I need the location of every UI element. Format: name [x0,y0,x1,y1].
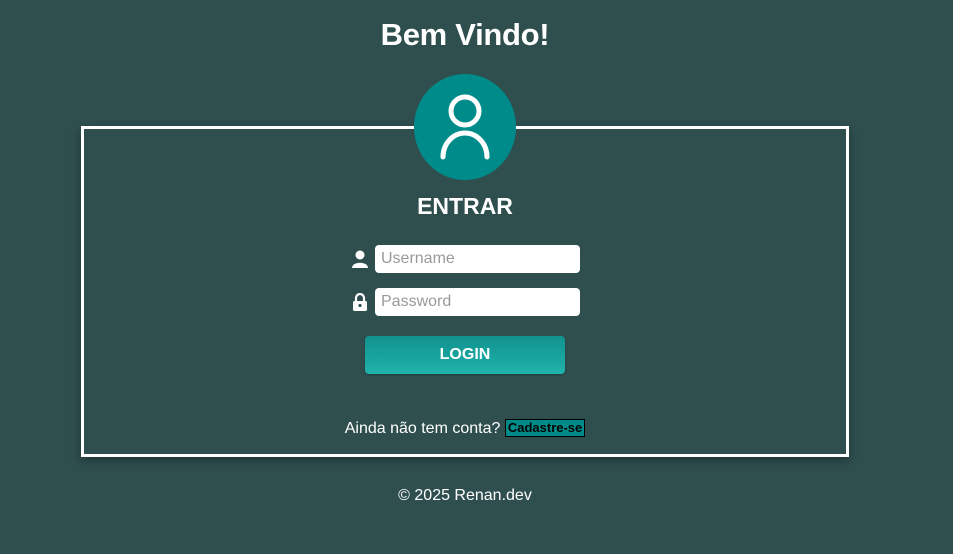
password-row [350,288,580,316]
lock-icon [350,292,370,312]
signup-link[interactable]: Cadastre-se [504,419,586,437]
username-row [350,245,580,273]
login-page: Bem Vindo! ENTRAR LOGIN Ainda não [0,0,953,554]
signup-line: Ainda não tem conta? Cadastre-se [0,419,930,438]
signup-prompt: Ainda não tem conta? [344,420,501,437]
user-avatar-icon [414,74,516,180]
password-input[interactable] [375,288,580,316]
login-title: ENTRAR [417,193,513,219]
page-title: Bem Vindo! [380,17,550,52]
login-button[interactable]: LOGIN [365,336,565,374]
footer-copyright: © 2025 Renan.dev [398,487,532,504]
username-input[interactable] [375,245,580,273]
user-icon [350,249,370,269]
